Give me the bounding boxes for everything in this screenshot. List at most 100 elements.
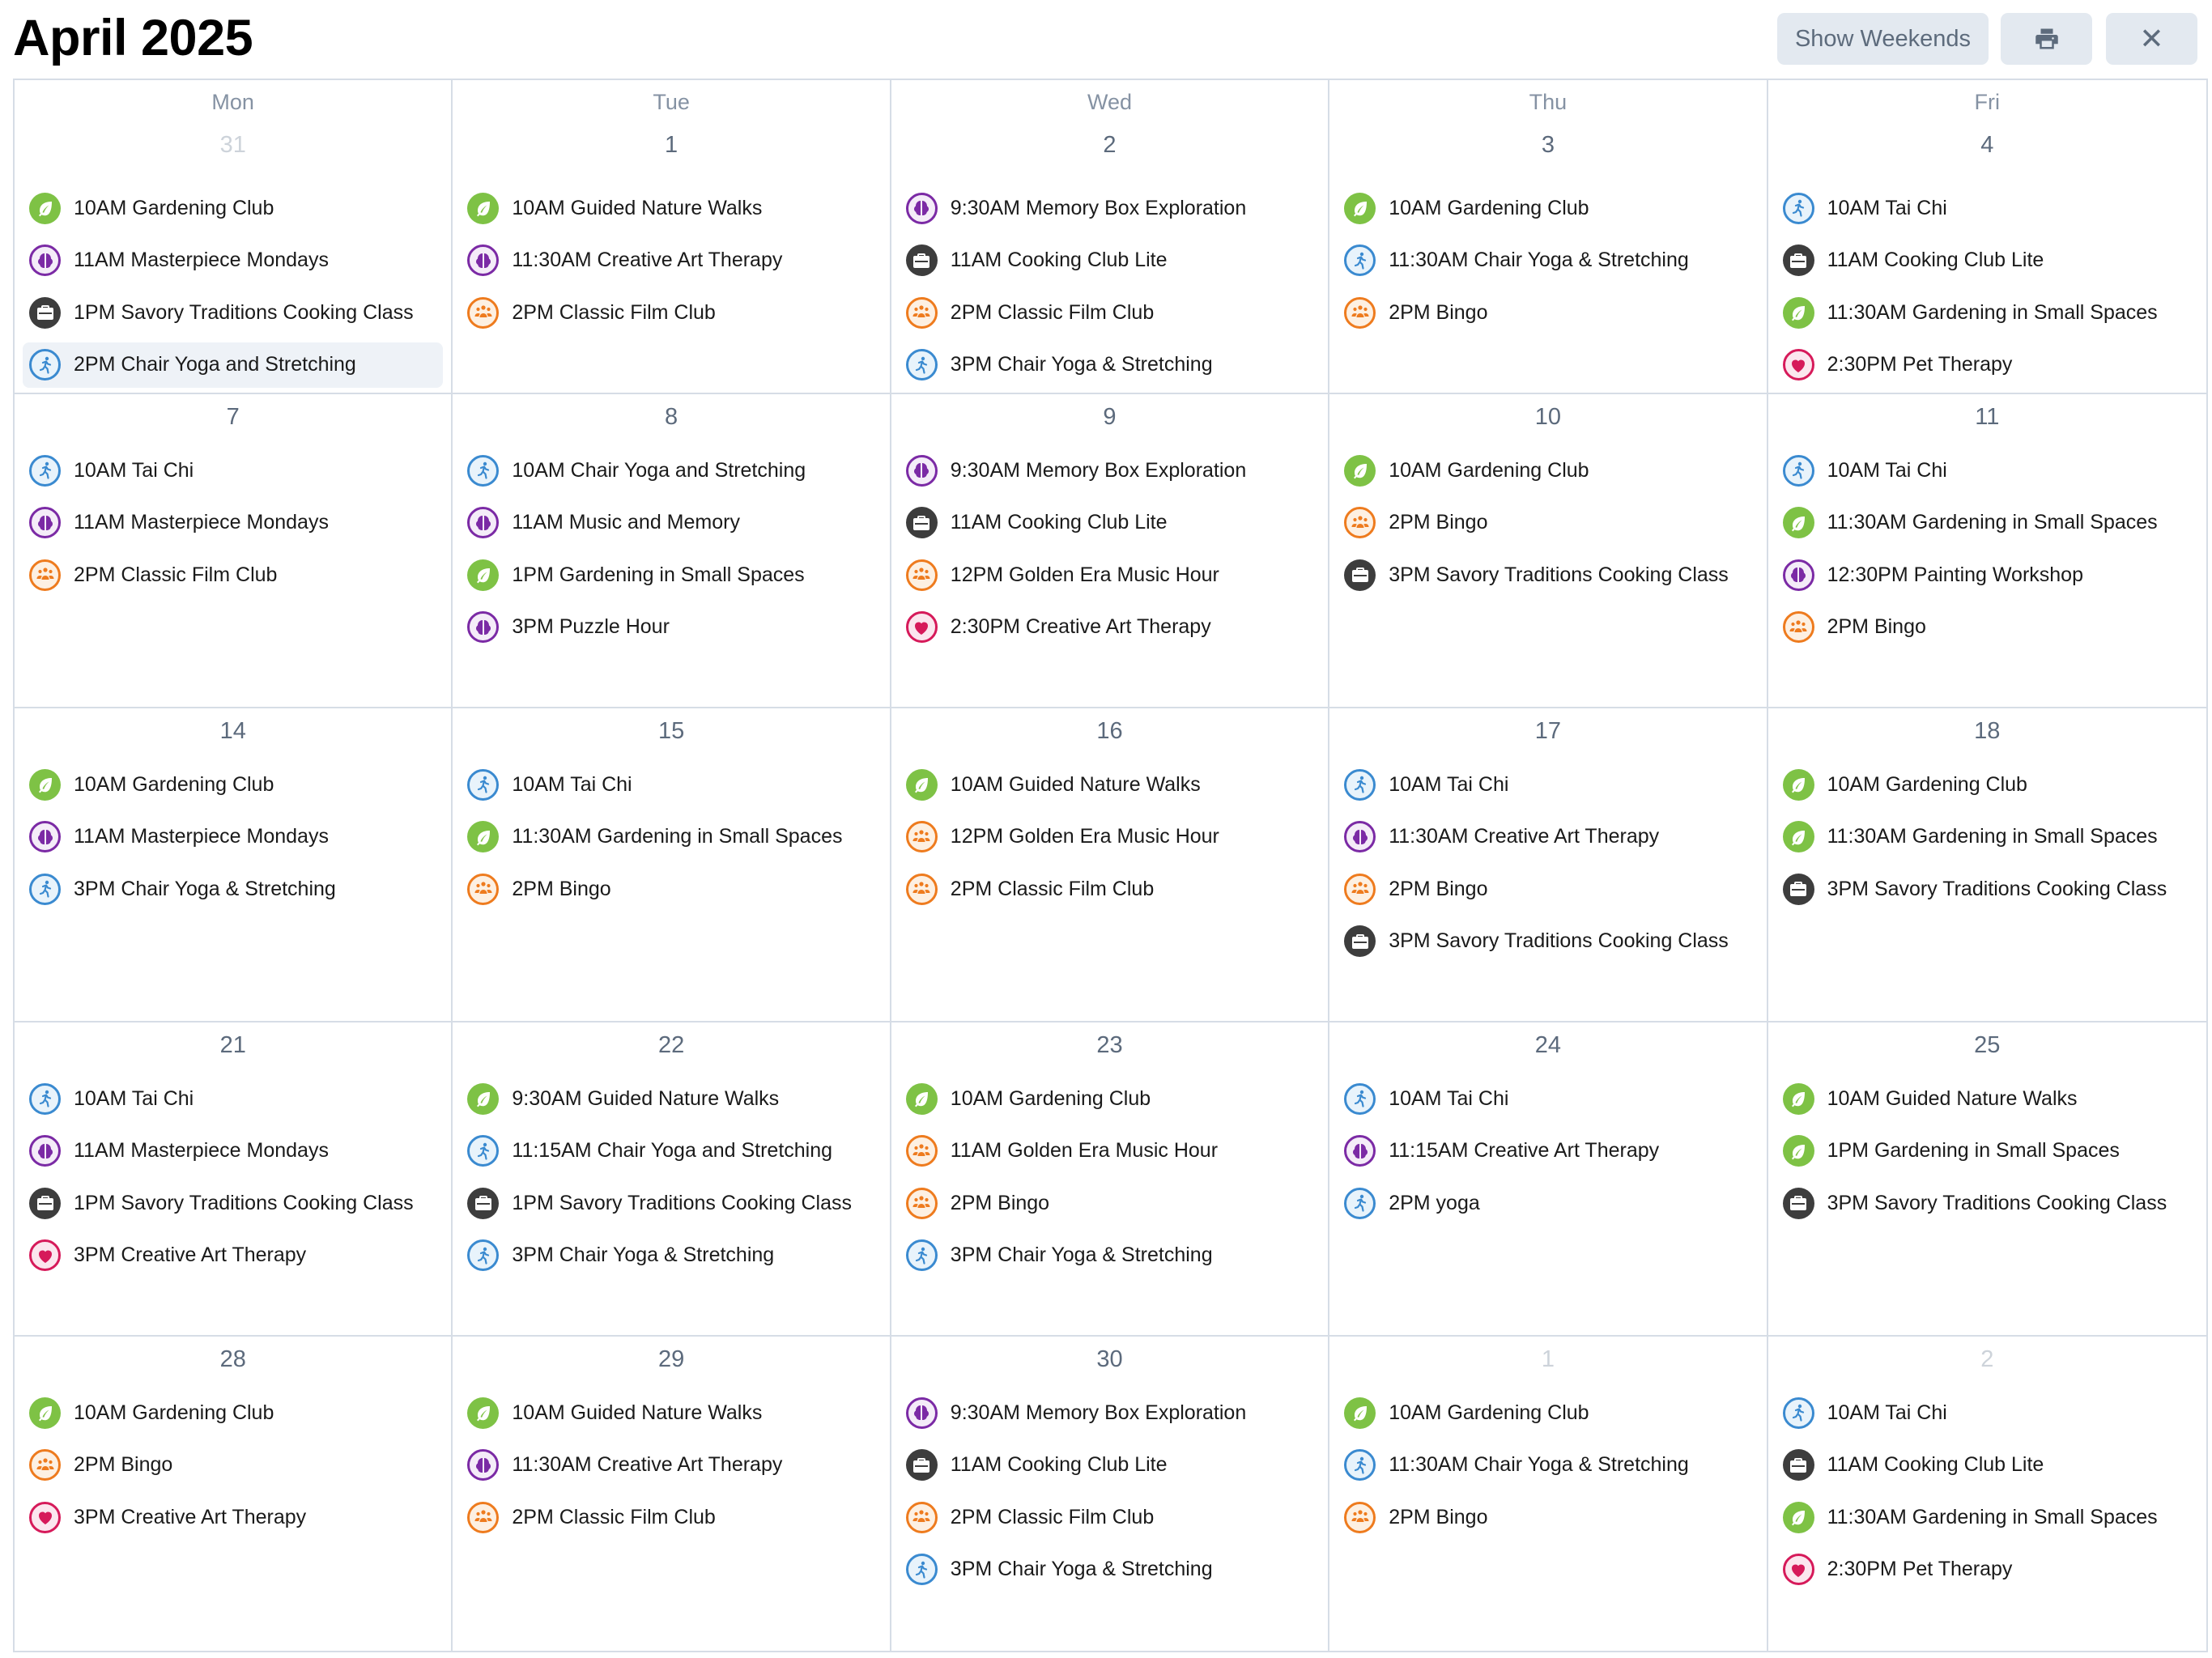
event-item[interactable]: 1PM Savory Traditions Cooking Class bbox=[23, 290, 443, 335]
event-item[interactable]: 2PM Classic Film Club bbox=[900, 866, 1320, 912]
event-item[interactable]: 10AM Tai Chi bbox=[461, 762, 881, 807]
event-item[interactable]: 11AM Masterpiece Mondays bbox=[23, 1129, 443, 1174]
event-item[interactable]: 9:30AM Memory Box Exploration bbox=[900, 448, 1320, 493]
day-cell[interactable]: Wed 2 9:30AM Memory Box Exploration 11AM Co… bbox=[891, 80, 1330, 394]
event-item[interactable]: 10AM Gardening Club bbox=[1338, 185, 1758, 231]
event-item[interactable]: 11:30AM Gardening in Small Spaces bbox=[1776, 500, 2198, 546]
event-item[interactable]: 2PM Classic Film Club bbox=[23, 552, 443, 597]
event-item[interactable]: 11AM Cooking Club Lite bbox=[1776, 238, 2198, 283]
event-item[interactable]: 3PM Puzzle Hour bbox=[461, 605, 881, 650]
day-cell[interactable]: 2 10AM Tai Chi 11AM Cooking Club Lite 11:30… bbox=[1768, 1337, 2206, 1651]
day-cell[interactable]: 30 9:30AM Memory Box Exploration 11AM Cook… bbox=[891, 1337, 1330, 1651]
event-item[interactable]: 2PM Bingo bbox=[1338, 290, 1758, 335]
day-cell[interactable]: 8 10AM Chair Yoga and Stretching 11AM Musi… bbox=[453, 394, 891, 708]
day-cell[interactable]: 1 10AM Gardening Club 11:30AM Chair Yoga &… bbox=[1329, 1337, 1768, 1651]
event-item[interactable]: 2PM Classic Film Club bbox=[461, 290, 881, 335]
event-item[interactable]: 2:30PM Pet Therapy bbox=[1776, 1547, 2198, 1592]
event-item[interactable]: 3PM Chair Yoga & Stretching bbox=[461, 1233, 881, 1278]
event-item[interactable]: 10AM Gardening Club bbox=[900, 1076, 1320, 1121]
day-cell[interactable]: 23 10AM Gardening Club 11AM Golden Era Mus… bbox=[891, 1022, 1330, 1337]
event-item[interactable]: 12PM Golden Era Music Hour bbox=[900, 814, 1320, 860]
event-item[interactable]: 2PM Classic Film Club bbox=[900, 290, 1320, 335]
day-cell[interactable]: 14 10AM Gardening Club 11AM Masterpiece Mo… bbox=[15, 708, 453, 1022]
event-item[interactable]: 10AM Chair Yoga and Stretching bbox=[461, 448, 881, 493]
event-item[interactable]: 2PM yoga bbox=[1338, 1180, 1758, 1226]
event-item[interactable]: 11AM Music and Memory bbox=[461, 500, 881, 546]
event-item[interactable]: 10AM Tai Chi bbox=[1776, 185, 2198, 231]
event-item[interactable]: 3PM Chair Yoga & Stretching bbox=[23, 866, 443, 912]
event-item[interactable]: 10AM Gardening Club bbox=[1776, 762, 2198, 807]
event-item[interactable]: 3PM Savory Traditions Cooking Class bbox=[1776, 866, 2198, 912]
print-button[interactable] bbox=[2001, 13, 2092, 65]
event-item[interactable]: 11:30AM Gardening in Small Spaces bbox=[461, 814, 881, 860]
day-cell[interactable]: 16 10AM Guided Nature Walks 12PM Golden Er… bbox=[891, 708, 1330, 1022]
event-item[interactable]: 9:30AM Memory Box Exploration bbox=[900, 185, 1320, 231]
day-cell[interactable]: 25 10AM Guided Nature Walks 1PM Gardening … bbox=[1767, 1022, 2206, 1337]
event-item[interactable]: 2PM Bingo bbox=[23, 1443, 443, 1488]
event-item[interactable]: 11:30AM Creative Art Therapy bbox=[461, 1443, 881, 1488]
event-item[interactable]: 12:30PM Painting Workshop bbox=[1776, 552, 2198, 597]
event-item[interactable]: 2:30PM Pet Therapy bbox=[1776, 342, 2198, 388]
event-item[interactable]: 10AM Guided Nature Walks bbox=[461, 185, 881, 231]
event-item[interactable]: 2PM Chair Yoga and Stretching bbox=[23, 342, 444, 388]
day-cell[interactable]: Tue 1 10AM Guided Nature Walks 11:30AM Crea… bbox=[453, 80, 891, 394]
event-item[interactable]: 11:30AM Chair Yoga & Stretching bbox=[1338, 1443, 1758, 1488]
event-item[interactable]: 11AM Golden Era Music Hour bbox=[900, 1129, 1320, 1174]
event-item[interactable]: 3PM Chair Yoga & Stretching bbox=[900, 1547, 1320, 1592]
event-item[interactable]: 10AM Gardening Club bbox=[1338, 1390, 1758, 1435]
day-cell[interactable]: 10 10AM Gardening Club 2PM Bingo 3PM Savory… bbox=[1329, 394, 1768, 708]
event-item[interactable]: 11:30AM Gardening in Small Spaces bbox=[1776, 1494, 2198, 1540]
day-cell[interactable]: 15 10AM Tai Chi 11:30AM Gardening in Small… bbox=[453, 708, 891, 1022]
event-item[interactable]: 2PM Bingo bbox=[1338, 866, 1758, 912]
event-item[interactable]: 11AM Cooking Club Lite bbox=[1776, 1443, 2198, 1488]
day-cell[interactable]: 11 10AM Tai Chi 11:30AM Gardening in Small… bbox=[1767, 394, 2206, 708]
event-item[interactable]: 11:30AM Gardening in Small Spaces bbox=[1776, 290, 2198, 335]
event-item[interactable]: 2PM Bingo bbox=[1338, 1494, 1758, 1540]
event-item[interactable]: 11:30AM Chair Yoga & Stretching bbox=[1338, 238, 1758, 283]
day-cell[interactable]: 21 10AM Tai Chi 11AM Masterpiece Mondays 1P… bbox=[15, 1022, 453, 1337]
event-item[interactable]: 2PM Classic Film Club bbox=[461, 1494, 881, 1540]
event-item[interactable]: 11:30AM Creative Art Therapy bbox=[1338, 814, 1758, 860]
event-item[interactable]: 11:30AM Gardening in Small Spaces bbox=[1776, 814, 2198, 860]
event-item[interactable]: 2PM Bingo bbox=[461, 866, 881, 912]
event-item[interactable]: 1PM Savory Traditions Cooking Class bbox=[23, 1180, 443, 1226]
day-cell[interactable]: 17 10AM Tai Chi 11:30AM Creative Art Thera… bbox=[1329, 708, 1768, 1022]
event-item[interactable]: 3PM Creative Art Therapy bbox=[23, 1233, 443, 1278]
event-item[interactable]: 11AM Masterpiece Mondays bbox=[23, 238, 443, 283]
event-item[interactable]: 10AM Gardening Club bbox=[23, 762, 443, 807]
event-item[interactable]: 10AM Guided Nature Walks bbox=[900, 762, 1320, 807]
event-item[interactable]: 11AM Masterpiece Mondays bbox=[23, 500, 443, 546]
event-item[interactable]: 11:15AM Chair Yoga and Stretching bbox=[461, 1129, 881, 1174]
event-item[interactable]: 9:30AM Guided Nature Walks bbox=[461, 1076, 881, 1121]
event-item[interactable]: 3PM Savory Traditions Cooking Class bbox=[1338, 919, 1758, 964]
event-item[interactable]: 3PM Chair Yoga & Stretching bbox=[900, 342, 1320, 388]
event-item[interactable]: 3PM Savory Traditions Cooking Class bbox=[1338, 552, 1758, 597]
event-item[interactable]: 1PM Gardening in Small Spaces bbox=[461, 552, 881, 597]
day-cell[interactable]: 7 10AM Tai Chi 11AM Masterpiece Mondays 2PM… bbox=[15, 394, 453, 708]
event-item[interactable]: 3PM Chair Yoga & Stretching bbox=[900, 1233, 1320, 1278]
event-item[interactable]: 11AM Masterpiece Mondays bbox=[23, 814, 443, 860]
day-cell[interactable]: Thu 3 10AM Gardening Club 11:30AM Chair Yog… bbox=[1329, 80, 1768, 394]
day-cell[interactable]: Fri 4 10AM Tai Chi 11AM Cooking Club Lite 11… bbox=[1767, 80, 2206, 394]
event-item[interactable]: 11:30AM Creative Art Therapy bbox=[461, 238, 881, 283]
day-cell[interactable]: 29 10AM Guided Nature Walks 11:30AM Creati… bbox=[453, 1337, 891, 1651]
event-item[interactable]: 1PM Savory Traditions Cooking Class bbox=[461, 1180, 881, 1226]
event-item[interactable]: 11AM Cooking Club Lite bbox=[900, 238, 1320, 283]
day-cell[interactable]: 28 10AM Gardening Club 2PM Bingo 3PM Creati… bbox=[15, 1337, 453, 1651]
event-item[interactable]: 2PM Bingo bbox=[1776, 605, 2198, 650]
day-cell[interactable]: 18 10AM Gardening Club 11:30AM Gardening i… bbox=[1767, 708, 2206, 1022]
event-item[interactable]: 2:30PM Creative Art Therapy bbox=[900, 605, 1320, 650]
event-item[interactable]: 3PM Savory Traditions Cooking Class bbox=[1776, 1180, 2198, 1226]
close-button[interactable]: ✕ bbox=[2106, 13, 2197, 65]
day-cell[interactable]: 9 9:30AM Memory Box Exploration 11AM Cooki… bbox=[891, 394, 1330, 708]
day-cell[interactable]: Mon 31 10AM Gardening Club 11AM Masterpiece… bbox=[15, 80, 453, 394]
event-item[interactable]: 10AM Tai Chi bbox=[1776, 448, 2198, 493]
event-item[interactable]: 10AM Tai Chi bbox=[1776, 1390, 2198, 1435]
event-item[interactable]: 11:15AM Creative Art Therapy bbox=[1338, 1129, 1758, 1174]
event-item[interactable]: 11AM Cooking Club Lite bbox=[900, 500, 1320, 546]
event-item[interactable]: 11AM Cooking Club Lite bbox=[900, 1443, 1320, 1488]
event-item[interactable]: 2PM Classic Film Club bbox=[900, 1494, 1320, 1540]
event-item[interactable]: 12PM Golden Era Music Hour bbox=[900, 552, 1320, 597]
event-item[interactable]: 1PM Gardening in Small Spaces bbox=[1776, 1129, 2198, 1174]
day-cell[interactable]: 24 10AM Tai Chi 11:15AM Creative Art Thera… bbox=[1329, 1022, 1768, 1337]
